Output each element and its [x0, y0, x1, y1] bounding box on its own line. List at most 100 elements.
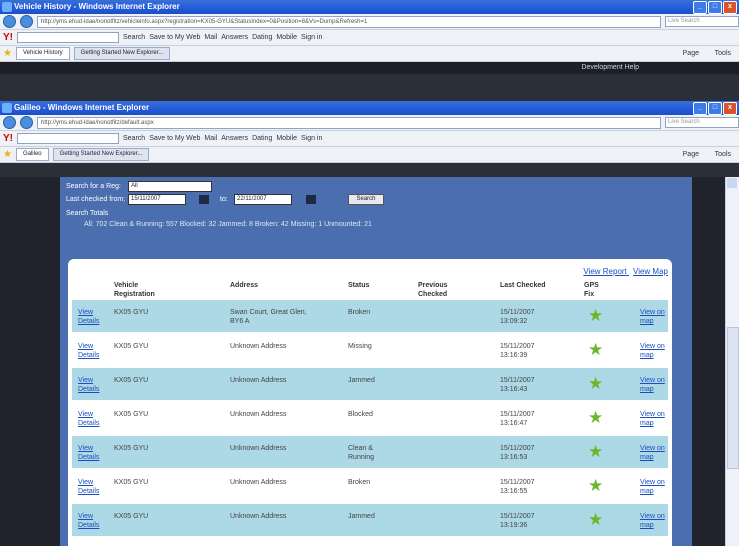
- fg-yahoo-toolbar: Y! Search Save to My Web Mail Answers Da…: [0, 131, 739, 147]
- tb-search[interactable]: Search: [123, 34, 145, 41]
- search-button[interactable]: Search: [348, 194, 384, 205]
- last-checked-cell: 15/11/2007 13:16:53: [500, 445, 535, 461]
- view-on-map-link[interactable]: View on map: [640, 308, 666, 326]
- from-calendar-icon[interactable]: [199, 195, 209, 204]
- close-button[interactable]: x: [723, 1, 737, 14]
- yahoo-logo: Y!: [3, 32, 13, 43]
- minimize-button[interactable]: _: [693, 1, 707, 14]
- close-button[interactable]: x: [723, 102, 737, 115]
- favorites-star-icon[interactable]: ★: [3, 149, 12, 160]
- view-on-map-link[interactable]: View on map: [640, 376, 666, 394]
- bg-page-menu[interactable]: Page: [683, 50, 699, 57]
- minimize-button[interactable]: _: [693, 102, 707, 115]
- status-cell: Broken: [348, 309, 371, 316]
- col-gps-fix: GPS Fix: [584, 282, 599, 298]
- tb-mobile[interactable]: Mobile: [276, 135, 297, 142]
- view-report-link[interactable]: View Report: [583, 267, 626, 276]
- status-cell: Jammed: [348, 377, 375, 384]
- gps-fix-star-icon: ★: [588, 340, 604, 359]
- view-details-link[interactable]: View Details: [78, 308, 108, 326]
- reg-search-input[interactable]: All: [128, 181, 212, 192]
- view-details-link[interactable]: View Details: [78, 376, 108, 394]
- back-icon[interactable]: [3, 15, 16, 28]
- bg-title-bar: Vehicle History - Windows Internet Explo…: [0, 0, 739, 14]
- vehicle-reg: KX05 GYU: [114, 343, 149, 350]
- view-details-link[interactable]: View Details: [78, 444, 108, 462]
- to-calendar-icon[interactable]: [306, 195, 316, 204]
- tb-dating[interactable]: Dating: [252, 135, 272, 142]
- view-on-map-link[interactable]: View on map: [640, 410, 666, 428]
- tb-answers[interactable]: Answers: [221, 135, 248, 142]
- table-row: View Details KX05 GYU Unknown Address Jamme…: [72, 504, 668, 536]
- bg-address-bar[interactable]: http://yms.ehud-ldae/nonotfitz/vehiclein…: [37, 15, 661, 28]
- bg-search-box[interactable]: Live Search: [665, 16, 739, 27]
- gps-fix-star-icon: ★: [588, 442, 604, 461]
- favorites-star-icon[interactable]: ★: [3, 48, 12, 59]
- table-row: View Details KX05 GYU Swan Court, Great Gl…: [72, 300, 668, 332]
- view-on-map-link[interactable]: View on map: [640, 342, 666, 360]
- bg-yahoo-toolbar: Y! Search Save to My Web Mail Answers Da…: [0, 30, 739, 46]
- tb-dating[interactable]: Dating: [252, 34, 272, 41]
- tb-answers[interactable]: Answers: [221, 34, 248, 41]
- vehicle-reg: KX05 GYU: [114, 377, 149, 384]
- vehicle-reg: KX05 GYU: [114, 479, 149, 486]
- from-date-input[interactable]: 15/11/2007: [128, 194, 186, 205]
- address-cell: Unknown Address: [230, 377, 287, 384]
- tb-save[interactable]: Save to My Web: [149, 135, 200, 142]
- view-details-link[interactable]: View Details: [78, 478, 108, 496]
- left-margin: [0, 177, 60, 546]
- tb-save[interactable]: Save to My Web: [149, 34, 200, 41]
- forward-icon[interactable]: [20, 15, 33, 28]
- scroll-up-icon[interactable]: [727, 178, 737, 188]
- fg-search-box[interactable]: Live Search: [665, 117, 739, 128]
- tb-signin[interactable]: Sign in: [301, 34, 322, 41]
- view-on-map-link[interactable]: View on map: [640, 444, 666, 462]
- forward-icon[interactable]: [20, 116, 33, 129]
- status-cell: Jammed: [348, 513, 375, 520]
- vehicle-reg: KX05 GYU: [114, 445, 149, 452]
- fg-tab-getting-started[interactable]: Getting Started New Explorer...: [52, 148, 150, 161]
- table-row: View Details KX05 GYU Unknown Address Jamme…: [72, 368, 668, 400]
- last-checked-cell: 15/11/2007 13:09:32: [500, 309, 535, 325]
- view-on-map-link[interactable]: View on map: [640, 478, 666, 496]
- to-date-input[interactable]: 22/11/2007: [234, 194, 292, 205]
- fg-title-bar: Galileo - Windows Internet Explorer _ □ x: [0, 101, 739, 115]
- view-details-link[interactable]: View Details: [78, 410, 108, 428]
- maximize-button[interactable]: □: [708, 102, 722, 115]
- back-icon[interactable]: [3, 116, 16, 129]
- tb-mobile[interactable]: Mobile: [276, 34, 297, 41]
- tb-mail[interactable]: Mail: [204, 34, 217, 41]
- maximize-button[interactable]: □: [708, 1, 722, 14]
- view-details-link[interactable]: View Details: [78, 512, 108, 530]
- yahoo-logo: Y!: [3, 133, 13, 144]
- fg-address-bar[interactable]: http://yms.ehud-ldae/nonotfitz/default.a…: [37, 116, 661, 129]
- address-cell: Unknown Address: [230, 411, 287, 418]
- dev-help-bar: Development Help: [0, 62, 739, 74]
- bg-tools-menu[interactable]: Tools: [715, 50, 731, 57]
- fg-tab-galileo[interactable]: Galileo: [15, 148, 49, 161]
- tb-mail[interactable]: Mail: [204, 135, 217, 142]
- yahoo-search-input[interactable]: [17, 133, 119, 144]
- fg-page-menu[interactable]: Page: [683, 151, 699, 158]
- col-status: Status: [348, 282, 370, 289]
- view-details-link[interactable]: View Details: [78, 342, 108, 360]
- from-date-label: Last checked from:: [66, 196, 126, 203]
- tb-search[interactable]: Search: [123, 135, 145, 142]
- bg-tab-vehicle-history[interactable]: Vehicle History: [15, 47, 70, 60]
- last-checked-cell: 15/11/2007 13:16:43: [500, 377, 535, 393]
- fg-address-row: http://yms.ehud-ldae/nonotfitz/default.a…: [0, 115, 739, 131]
- search-totals-label: Search Totals: [66, 210, 109, 217]
- table-row: View Details KX05 GYU Unknown Address Clean…: [72, 436, 668, 468]
- yahoo-search-input[interactable]: [17, 32, 119, 43]
- search-totals: All: 702 Clean & Running: 557 Blocked: 3…: [84, 221, 372, 228]
- last-checked-cell: 15/11/2007 13:16:47: [500, 411, 535, 427]
- dev-help-label[interactable]: Development Help: [581, 64, 639, 71]
- view-on-map-link[interactable]: View on map: [640, 512, 666, 530]
- bg-tab-getting-started[interactable]: Getting Started New Explorer...: [73, 47, 171, 60]
- table-row: View DetailsKX05 GYUThe Dock, Belford Dr…: [72, 538, 668, 546]
- fg-tools-menu[interactable]: Tools: [715, 151, 731, 158]
- scroll-thumb[interactable]: [727, 327, 739, 469]
- view-map-link[interactable]: View Map: [633, 267, 668, 276]
- vertical-scrollbar[interactable]: [725, 177, 739, 546]
- tb-signin[interactable]: Sign in: [301, 135, 322, 142]
